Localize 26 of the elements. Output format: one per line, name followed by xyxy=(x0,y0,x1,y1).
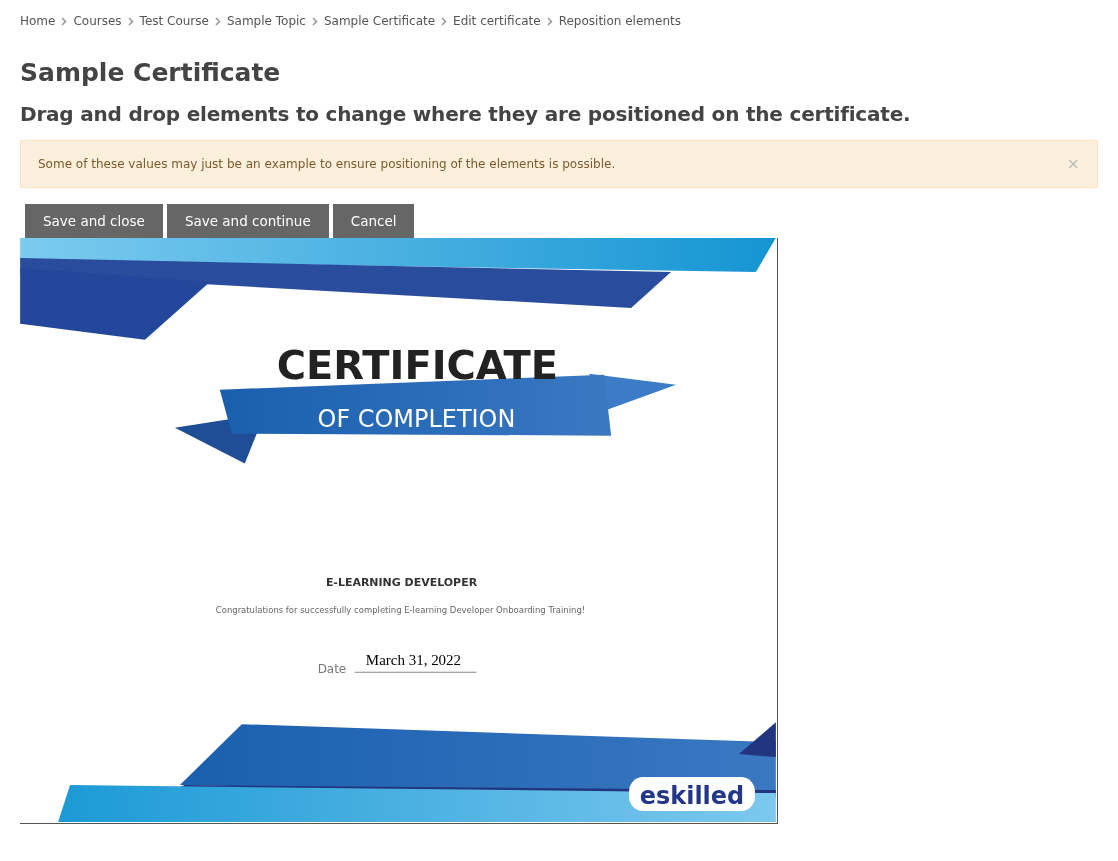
chevron-icon xyxy=(546,16,553,26)
breadcrumb-link[interactable]: Edit certificate xyxy=(453,12,541,30)
breadcrumb-link[interactable]: Home xyxy=(20,12,56,30)
date-label: Date xyxy=(317,662,347,677)
chevron-icon xyxy=(214,16,221,26)
breadcrumb-link[interactable]: Sample Topic xyxy=(226,12,306,30)
action-button[interactable]: Save and continue xyxy=(166,204,329,239)
chevron-icon xyxy=(441,16,448,26)
certificate-heading: CERTIFICATE xyxy=(276,342,559,388)
role-title: E-LEARNING DEVELOPER xyxy=(325,576,478,590)
chevron-icon xyxy=(127,16,134,26)
action-button[interactable]: Save and close xyxy=(25,204,163,239)
date-value[interactable]: March 31, 2022 xyxy=(365,652,462,669)
congratulations-message: Congratulations for successfully completing E-learning Developer Onboarding Training! xyxy=(215,605,586,616)
breadcrumb-link[interactable]: Test Course xyxy=(139,12,209,30)
breadcrumb-link[interactable]: Courses xyxy=(73,12,122,30)
breadcrumb-current[interactable]: Reposition elements xyxy=(558,12,681,30)
breadcrumb-link[interactable]: Sample Certificate xyxy=(323,12,436,30)
instructions-heading: Drag and drop elements to change where they are positioned on the certificate. xyxy=(20,102,912,126)
alert-message: Some of these values may just be an example to ensure positioning of the elements is possible. xyxy=(38,156,616,173)
action-button[interactable]: Cancel xyxy=(332,204,415,239)
page-title: Sample Certificate xyxy=(20,58,282,88)
chevron-icon xyxy=(311,16,318,26)
logo: eskilled xyxy=(629,777,755,812)
chevron-icon xyxy=(61,16,68,26)
ribbon-text: OF COMPLETION xyxy=(317,404,516,433)
